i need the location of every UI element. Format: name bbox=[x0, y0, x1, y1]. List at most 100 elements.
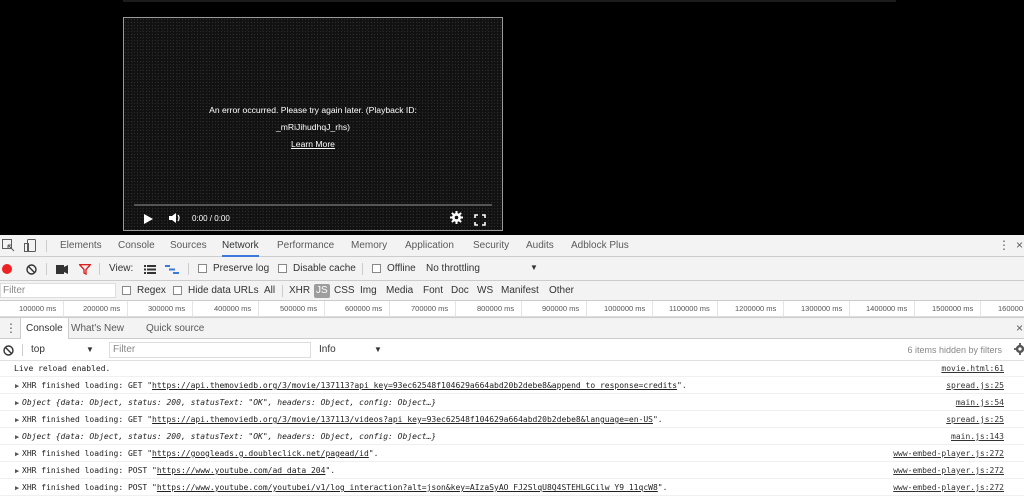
filter-type-img[interactable]: Img bbox=[360, 281, 377, 301]
expand-arrow-icon[interactable]: ▶ bbox=[15, 395, 19, 410]
hide-data-urls-checkbox[interactable] bbox=[173, 286, 182, 295]
object-preview[interactable]: Object {data: Object, status: 200, statu… bbox=[22, 429, 822, 444]
expand-arrow-icon[interactable]: ▶ bbox=[15, 429, 19, 444]
close-drawer-icon[interactable]: × bbox=[1016, 322, 1023, 335]
timeline-gridline bbox=[652, 301, 653, 317]
clear-icon[interactable] bbox=[26, 264, 37, 278]
tab-memory[interactable]: Memory bbox=[351, 235, 387, 257]
devtools-tab-bar: Elements Console Sources Network Perform… bbox=[0, 235, 1024, 257]
console-message[interactable]: ▶ XHR finished loading: POST "https://ww… bbox=[0, 480, 1024, 496]
object-preview[interactable]: Object {data: Object, status: 200, statu… bbox=[22, 395, 822, 410]
filter-type-all[interactable]: All bbox=[264, 281, 275, 301]
drawer-menu-icon[interactable]: ⋮ bbox=[5, 322, 17, 335]
console-message[interactable]: ▶ Object {data: Object, status: 200, sta… bbox=[0, 429, 1024, 445]
request-url[interactable]: https://www.youtube.com/ad_data_204 bbox=[157, 466, 326, 475]
filter-type-js[interactable]: JS bbox=[314, 284, 330, 298]
error-line-1: An error occurred. Please try again late… bbox=[209, 105, 417, 115]
expand-arrow-icon[interactable]: ▶ bbox=[15, 463, 19, 478]
console-filter-input[interactable]: Filter bbox=[109, 342, 311, 358]
chevron-down-icon[interactable]: ▼ bbox=[86, 345, 94, 354]
screenshot-icon[interactable] bbox=[56, 265, 68, 277]
source-link[interactable]: main.js:54 bbox=[956, 395, 1004, 410]
tab-adblock-plus[interactable]: Adblock Plus bbox=[571, 235, 629, 257]
filter-type-xhr[interactable]: XHR bbox=[289, 281, 310, 301]
request-url[interactable]: https://googleads.g.doubleclick.net/page… bbox=[152, 449, 369, 458]
request-url[interactable]: https://www.youtube.com/youtubei/v1/log_… bbox=[157, 483, 658, 492]
tab-elements[interactable]: Elements bbox=[60, 235, 102, 257]
source-link[interactable]: movie.html:61 bbox=[941, 361, 1004, 376]
expand-arrow-icon[interactable]: ▶ bbox=[15, 446, 19, 461]
inspect-element-icon[interactable] bbox=[2, 239, 15, 255]
timeline-gridline bbox=[914, 301, 915, 317]
tab-security[interactable]: Security bbox=[473, 235, 509, 257]
expand-arrow-icon[interactable]: ▶ bbox=[15, 412, 19, 427]
filter-type-ws[interactable]: WS bbox=[477, 281, 493, 301]
expand-arrow-icon[interactable]: ▶ bbox=[15, 480, 19, 495]
play-icon[interactable] bbox=[142, 211, 154, 227]
tab-performance[interactable]: Performance bbox=[277, 235, 334, 257]
network-filter-bar: Filter Regex Hide data URLs All XHR JS C… bbox=[0, 281, 1024, 301]
console-message[interactable]: ▶ Object {data: Object, status: 200, sta… bbox=[0, 395, 1024, 411]
request-url[interactable]: https://api.themoviedb.org/3/movie/13711… bbox=[152, 415, 653, 424]
console-message[interactable]: ▶ XHR finished loading: GET "https://api… bbox=[0, 412, 1024, 428]
chevron-down-icon[interactable]: ▼ bbox=[530, 263, 538, 272]
source-link[interactable]: main.js:143 bbox=[951, 429, 1004, 444]
filter-input[interactable]: Filter bbox=[0, 283, 116, 298]
drawer-tab-whats-new[interactable]: What's New bbox=[71, 318, 124, 340]
filter-type-font[interactable]: Font bbox=[423, 281, 443, 301]
console-message[interactable]: ▶ XHR finished loading: POST "https://ww… bbox=[0, 463, 1024, 479]
timeline-tick: 400000 ms bbox=[214, 304, 252, 313]
source-link[interactable]: spread.js:25 bbox=[946, 412, 1004, 427]
context-select[interactable]: top bbox=[31, 339, 45, 361]
page-header-strip bbox=[123, 0, 896, 2]
regex-checkbox[interactable] bbox=[122, 286, 131, 295]
tab-application[interactable]: Application bbox=[405, 235, 454, 257]
expand-arrow-icon[interactable]: ▶ bbox=[15, 378, 19, 393]
filter-type-media[interactable]: Media bbox=[386, 281, 413, 301]
tab-console[interactable]: Console bbox=[118, 235, 155, 257]
progress-bar[interactable] bbox=[134, 204, 492, 206]
video-player[interactable]: An error occurred. Please try again late… bbox=[123, 17, 503, 231]
clear-console-icon[interactable] bbox=[3, 345, 14, 359]
drawer-tab-quick-source[interactable]: Quick source bbox=[146, 318, 204, 340]
request-url[interactable]: https://api.themoviedb.org/3/movie/13711… bbox=[152, 381, 677, 390]
console-message[interactable]: ▶ XHR finished loading: GET "https://goo… bbox=[0, 446, 1024, 462]
settings-gear-icon[interactable] bbox=[450, 211, 463, 228]
close-devtools-icon[interactable]: × bbox=[1016, 239, 1023, 252]
timeline-gridline bbox=[717, 301, 718, 317]
tab-network[interactable]: Network bbox=[222, 235, 259, 257]
chevron-down-icon[interactable]: ▼ bbox=[374, 345, 382, 354]
throttling-select[interactable]: No throttling bbox=[426, 257, 480, 281]
fullscreen-icon[interactable] bbox=[474, 214, 486, 226]
source-link[interactable]: www-embed-player.js:272 bbox=[893, 463, 1004, 478]
learn-more-link[interactable]: Learn More bbox=[291, 139, 335, 149]
waterfall-icon[interactable] bbox=[165, 265, 179, 277]
device-toolbar-icon[interactable] bbox=[24, 239, 37, 255]
large-rows-icon[interactable] bbox=[144, 265, 156, 277]
disable-cache-label: Disable cache bbox=[293, 263, 356, 274]
filter-type-manifest[interactable]: Manifest bbox=[501, 281, 539, 301]
source-link[interactable]: spread.js:25 bbox=[946, 378, 1004, 393]
timeline-gridline bbox=[849, 301, 850, 317]
network-overview-timeline[interactable]: 100000 ms 200000 ms 300000 ms 400000 ms … bbox=[0, 301, 1024, 317]
more-menu-icon[interactable]: ⋮ bbox=[998, 239, 1010, 252]
offline-checkbox[interactable] bbox=[372, 264, 381, 273]
tab-audits[interactable]: Audits bbox=[526, 235, 554, 257]
tab-sources[interactable]: Sources bbox=[170, 235, 207, 257]
log-level-select[interactable]: Info bbox=[319, 339, 336, 361]
source-link[interactable]: www-embed-player.js:272 bbox=[893, 480, 1004, 495]
record-icon[interactable] bbox=[2, 264, 12, 274]
filter-type-doc[interactable]: Doc bbox=[451, 281, 469, 301]
filter-type-other[interactable]: Other bbox=[549, 281, 574, 301]
divider bbox=[46, 263, 47, 275]
source-link[interactable]: www-embed-player.js:272 bbox=[893, 446, 1004, 461]
console-message[interactable]: ▶ XHR finished loading: GET "https://api… bbox=[0, 378, 1024, 394]
filter-type-css[interactable]: CSS bbox=[334, 281, 355, 301]
console-settings-gear-icon[interactable] bbox=[1014, 343, 1024, 358]
volume-icon[interactable] bbox=[168, 211, 182, 229]
disable-cache-checkbox[interactable] bbox=[278, 264, 287, 273]
drawer-tab-console[interactable]: Console bbox=[20, 318, 69, 340]
filter-icon[interactable] bbox=[78, 264, 92, 278]
timeline-gridline bbox=[192, 301, 193, 317]
preserve-log-checkbox[interactable] bbox=[198, 264, 207, 273]
